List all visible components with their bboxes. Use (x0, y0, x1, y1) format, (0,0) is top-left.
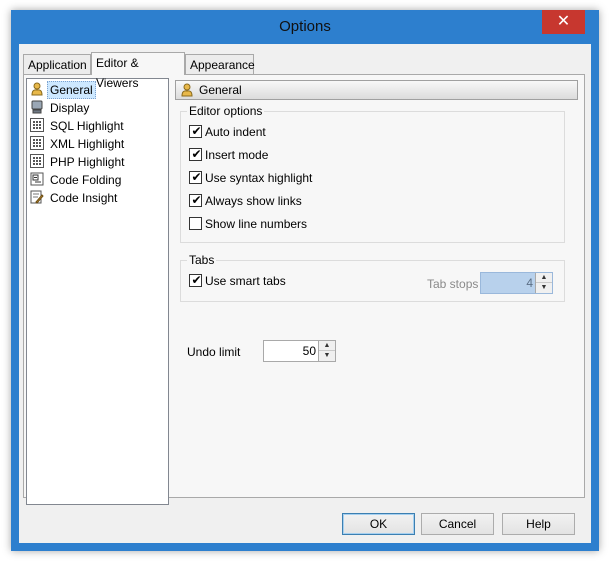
spin-buttons: ▲ ▼ (535, 273, 552, 293)
cancel-button[interactable]: Cancel (421, 513, 494, 535)
checkbox-box[interactable]: ✔ (189, 273, 202, 287)
general-icon (181, 83, 193, 97)
title-bar[interactable]: Options ✕ (11, 10, 599, 44)
section-header: General (175, 80, 578, 100)
tree-item-label: Code Folding (50, 173, 122, 187)
ok-button-label: OK (369, 517, 388, 531)
tree-item-code-folding[interactable]: Code Folding (29, 171, 168, 189)
tab-stops-value: 4 (526, 276, 533, 290)
tree-item-xml-highlight[interactable]: XML Highlight (29, 135, 168, 153)
tab-editor-viewers[interactable]: Editor & Viewers (91, 52, 185, 90)
tree-item-label: PHP Highlight (50, 155, 125, 169)
tab-application[interactable]: Application (23, 54, 91, 74)
spin-down-icon[interactable]: ▼ (319, 351, 335, 361)
tab-panel: General Display SQL Highlight XML Highli… (23, 74, 585, 505)
section-title: General (199, 83, 242, 97)
checkmark-icon: ✔ (191, 193, 202, 207)
spin-buttons: ▲ ▼ (318, 341, 335, 361)
spin-up-icon[interactable]: ▲ (536, 273, 552, 283)
tab-stops-label: Tab stops (427, 277, 479, 291)
tree-item-label: General (47, 81, 96, 99)
undo-limit-value: 50 (302, 344, 316, 358)
undo-limit-spinner[interactable]: 50 ▲ ▼ (263, 340, 336, 362)
checkbox-box[interactable]: ✔ (189, 193, 202, 207)
settings-tree[interactable]: General Display SQL Highlight XML Highli… (26, 78, 169, 505)
close-button[interactable]: ✕ (542, 10, 585, 34)
help-button[interactable]: Help (502, 513, 575, 535)
spin-down-icon[interactable]: ▼ (536, 283, 552, 293)
checkmark-icon: ✔ (191, 124, 202, 138)
code-folding-icon (30, 172, 44, 186)
general-icon (31, 82, 43, 96)
checkbox-box[interactable]: ✔ (189, 124, 202, 138)
checkbox-label: Show line numbers (205, 217, 308, 231)
checkbox-label: Use syntax highlight (205, 171, 313, 185)
tab-editor-viewers-label: Editor & Viewers (96, 56, 139, 90)
tree-item-label: Display (50, 101, 90, 115)
tree-item-label: Code Insight (50, 191, 118, 205)
checkbox-label: Auto indent (205, 125, 266, 139)
tab-stops-spinner[interactable]: 4 ▲ ▼ (480, 272, 553, 294)
group-title: Tabs (187, 253, 217, 267)
checkbox-box[interactable]: ✔ (189, 170, 202, 184)
checkbox-box[interactable]: ✔ (189, 147, 202, 161)
tree-item-display[interactable]: Display (29, 99, 168, 117)
tab-application-label: Application (28, 58, 87, 72)
tree-item-label: XML Highlight (50, 137, 125, 151)
ok-button[interactable]: OK (342, 513, 415, 535)
checkmark-icon: ✔ (191, 273, 202, 287)
dialog-client-area: Application Editor & Viewers Appearance … (19, 44, 591, 543)
window-title: Options (279, 18, 331, 35)
grid-icon (30, 136, 44, 150)
undo-limit-label: Undo limit (187, 345, 241, 359)
checkbox-label: Insert mode (205, 148, 269, 162)
tree-item-php-highlight[interactable]: PHP Highlight (29, 153, 168, 171)
display-icon (31, 100, 43, 114)
checkmark-icon: ✔ (191, 170, 202, 184)
cancel-button-label: Cancel (438, 517, 477, 531)
checkbox-label: Always show links (205, 194, 302, 208)
tab-appearance-label: Appearance (190, 58, 255, 72)
code-insight-icon (30, 190, 44, 204)
group-title: Editor options (187, 104, 265, 118)
tree-item-label: SQL Highlight (50, 119, 124, 133)
tabs-group: Tabs ✔ Use smart tabs Tab stops 4 ▲ ▼ (180, 253, 565, 302)
help-button-label: Help (526, 517, 551, 531)
tab-appearance[interactable]: Appearance (185, 54, 255, 74)
tree-item-sql-highlight[interactable]: SQL Highlight (29, 117, 168, 135)
checkbox-label: Use smart tabs (205, 274, 286, 288)
grid-icon (30, 154, 44, 168)
checkbox-box[interactable] (189, 217, 202, 230)
editor-options-group: Editor options ✔ Auto indent ✔ Insert mo… (180, 104, 565, 243)
close-icon: ✕ (556, 13, 571, 30)
options-window: Options ✕ Application Editor & Viewers A… (11, 10, 599, 551)
grid-icon (30, 118, 44, 132)
checkmark-icon: ✔ (191, 147, 202, 161)
tree-item-code-insight[interactable]: Code Insight (29, 189, 168, 207)
spin-up-icon[interactable]: ▲ (319, 341, 335, 351)
